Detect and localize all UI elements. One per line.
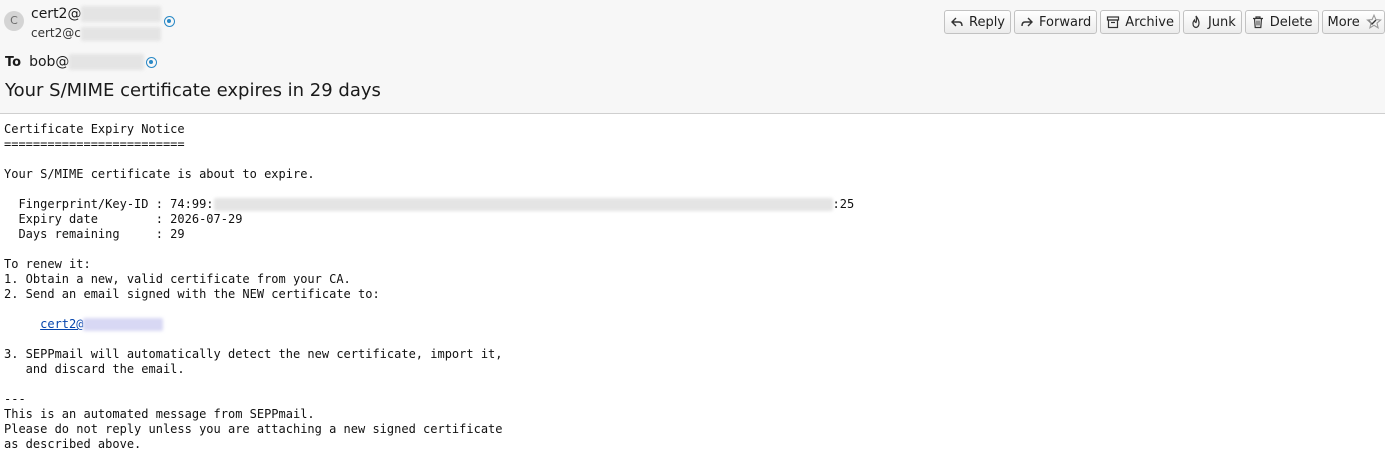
- cert-email-link-text: cert2@: [40, 317, 84, 331]
- renew-heading: To renew it:: [4, 257, 91, 271]
- delete-label: Delete: [1269, 14, 1313, 30]
- fingerprint-suffix: :25: [832, 197, 855, 211]
- forward-icon: [1021, 17, 1034, 27]
- renew-step-3a: 3. SEPPmail will automatically detect th…: [4, 347, 503, 361]
- redacted-sender-email: [80, 26, 161, 41]
- message-subject: Your S/MIME certificate expires in 29 da…: [5, 80, 381, 101]
- sender-email: cert2@c: [31, 26, 161, 41]
- renew-step-2: 2. Send an email signed with the NEW cer…: [4, 287, 380, 301]
- recipient-row: To bob@: [5, 54, 145, 70]
- footer-line-3: as described above.: [4, 437, 142, 451]
- redacted-fingerprint: [213, 198, 833, 211]
- archive-icon: [1107, 16, 1120, 29]
- junk-button[interactable]: Junk: [1182, 10, 1242, 34]
- renew-step-1: 1. Obtain a new, valid certificate from …: [4, 272, 351, 286]
- forward-button[interactable]: Forward: [1014, 10, 1098, 34]
- expiry-date-line: Expiry date : 2026-07-29: [4, 212, 243, 226]
- trash-icon: [1252, 16, 1263, 29]
- forward-label: Forward: [1039, 14, 1092, 30]
- message-toolbar: Reply Forward Archive Junk Delete More: [944, 10, 1385, 36]
- archive-label: Archive: [1125, 14, 1174, 30]
- reply-icon: [951, 17, 963, 27]
- cert-email-link[interactable]: cert2@: [40, 317, 164, 331]
- redacted-recipient-domain: [69, 54, 145, 70]
- reply-label: Reply: [969, 14, 1006, 30]
- renew-step-3b: and discard the email.: [4, 362, 185, 376]
- redacted-link-domain: [83, 318, 164, 331]
- body-title: Certificate Expiry Notice: [4, 122, 185, 136]
- star-icon[interactable]: [1366, 14, 1382, 30]
- to-label: To: [5, 55, 22, 70]
- message-header: C cert2@ cert2@c To bob@ Your S/MIME cert…: [0, 0, 1385, 114]
- redacted-sender-domain: [81, 6, 162, 22]
- more-label: More: [1327, 14, 1360, 30]
- body-title-underline: =========================: [4, 137, 185, 151]
- body-intro: Your S/MIME certificate is about to expi…: [4, 167, 315, 181]
- sender-avatar: C: [4, 11, 24, 31]
- signature-separator: ---: [4, 392, 26, 406]
- sender-email-text: cert2@c: [31, 26, 81, 40]
- delete-button[interactable]: Delete: [1244, 10, 1319, 34]
- footer-line-2: Please do not reply unless you are attac…: [4, 422, 503, 436]
- fingerprint-prefix: Fingerprint/Key-ID : 74:99:: [4, 197, 214, 211]
- recipient-name[interactable]: bob@: [29, 54, 69, 70]
- reply-button[interactable]: Reply: [944, 10, 1012, 34]
- message-body: Certificate Expiry Notice ==============…: [4, 122, 854, 452]
- archive-button[interactable]: Archive: [1100, 10, 1180, 34]
- add-contact-icon[interactable]: [164, 16, 175, 27]
- sender-name[interactable]: cert2@: [31, 6, 162, 22]
- footer-line-1: This is an automated message from SEPPma…: [4, 407, 315, 421]
- days-remaining-line: Days remaining : 29: [4, 227, 185, 241]
- recipient-contact-icon[interactable]: [146, 57, 157, 68]
- flame-icon: [1192, 15, 1200, 29]
- junk-label: Junk: [1207, 14, 1236, 30]
- sender-name-text: cert2@: [31, 6, 82, 22]
